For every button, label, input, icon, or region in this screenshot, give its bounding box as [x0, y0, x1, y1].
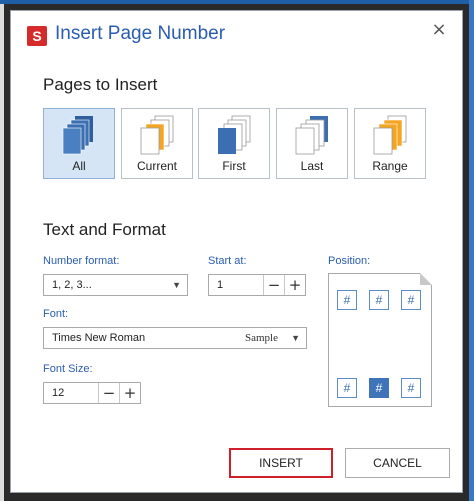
insert-page-number-dialog: S Insert Page Number × Pages to Insert A… — [10, 10, 463, 493]
page-option-label: Range — [372, 159, 408, 173]
page-option-current[interactable]: Current — [121, 108, 193, 179]
position-top-left[interactable]: # — [337, 290, 357, 310]
insert-button[interactable]: INSERT — [229, 448, 333, 478]
close-button[interactable]: × — [428, 19, 450, 41]
current-page-icon — [140, 115, 174, 155]
dialog-title: Insert Page Number — [55, 23, 226, 44]
start-at-decrement-button[interactable]: − — [263, 275, 284, 295]
position-page-preview: # # # # # # — [328, 273, 432, 407]
last-page-icon — [295, 116, 328, 155]
first-page-icon — [218, 115, 251, 154]
app-logo-icon: S — [27, 26, 47, 46]
all-pages-icon — [62, 116, 93, 155]
position-top-right[interactable]: # — [401, 290, 421, 310]
font-label: Font: — [43, 308, 69, 320]
chevron-down-icon: ▼ — [291, 333, 300, 343]
number-format-select[interactable]: 1, 2, 3... ▼ — [43, 274, 188, 296]
page-fold-corner — [420, 273, 432, 285]
page-option-all[interactable]: All — [43, 108, 115, 179]
page-option-label: Last — [300, 159, 324, 173]
page-option-label: First — [222, 159, 246, 173]
number-format-label: Number format: — [43, 255, 120, 267]
font-size-increment-button[interactable]: + — [119, 383, 140, 403]
font-size-stepper[interactable]: 12 − + — [43, 382, 141, 404]
font-sample: Sample — [245, 332, 278, 344]
page-option-first[interactable]: First — [198, 108, 270, 179]
font-size-value[interactable]: 12 — [44, 383, 64, 403]
position-bottom-left[interactable]: # — [337, 378, 357, 398]
range-pages-icon — [373, 115, 407, 155]
position-bottom-center[interactable]: # — [369, 378, 389, 398]
cancel-button[interactable]: CANCEL — [345, 448, 450, 478]
start-at-value[interactable]: 1 — [209, 275, 223, 295]
background-window-strip — [0, 0, 474, 4]
chevron-down-icon: ▼ — [172, 280, 181, 290]
start-at-increment-button[interactable]: + — [284, 275, 305, 295]
background-window-edge — [0, 0, 4, 501]
font-size-label: Font Size: — [43, 363, 93, 375]
position-top-center[interactable]: # — [369, 290, 389, 310]
font-size-decrement-button[interactable]: − — [98, 383, 119, 403]
font-select[interactable]: Times New Roman Sample ▼ — [43, 327, 307, 349]
start-at-label: Start at: — [208, 255, 247, 267]
page-option-label: Current — [136, 159, 177, 173]
start-at-stepper[interactable]: 1 − + — [208, 274, 306, 296]
position-label: Position: — [328, 255, 371, 267]
pages-section-title: Pages to Insert — [43, 75, 158, 94]
position-bottom-right[interactable]: # — [401, 378, 421, 398]
font-value: Times New Roman — [52, 332, 146, 344]
page-option-range[interactable]: Range — [354, 108, 426, 179]
page-option-last[interactable]: Last — [276, 108, 348, 179]
page-option-label: All — [72, 159, 86, 173]
title-bar: S Insert Page Number × — [11, 11, 462, 59]
background-window-strip-right — [469, 0, 474, 501]
number-format-value: 1, 2, 3... — [52, 279, 92, 291]
format-section-title: Text and Format — [43, 220, 166, 239]
